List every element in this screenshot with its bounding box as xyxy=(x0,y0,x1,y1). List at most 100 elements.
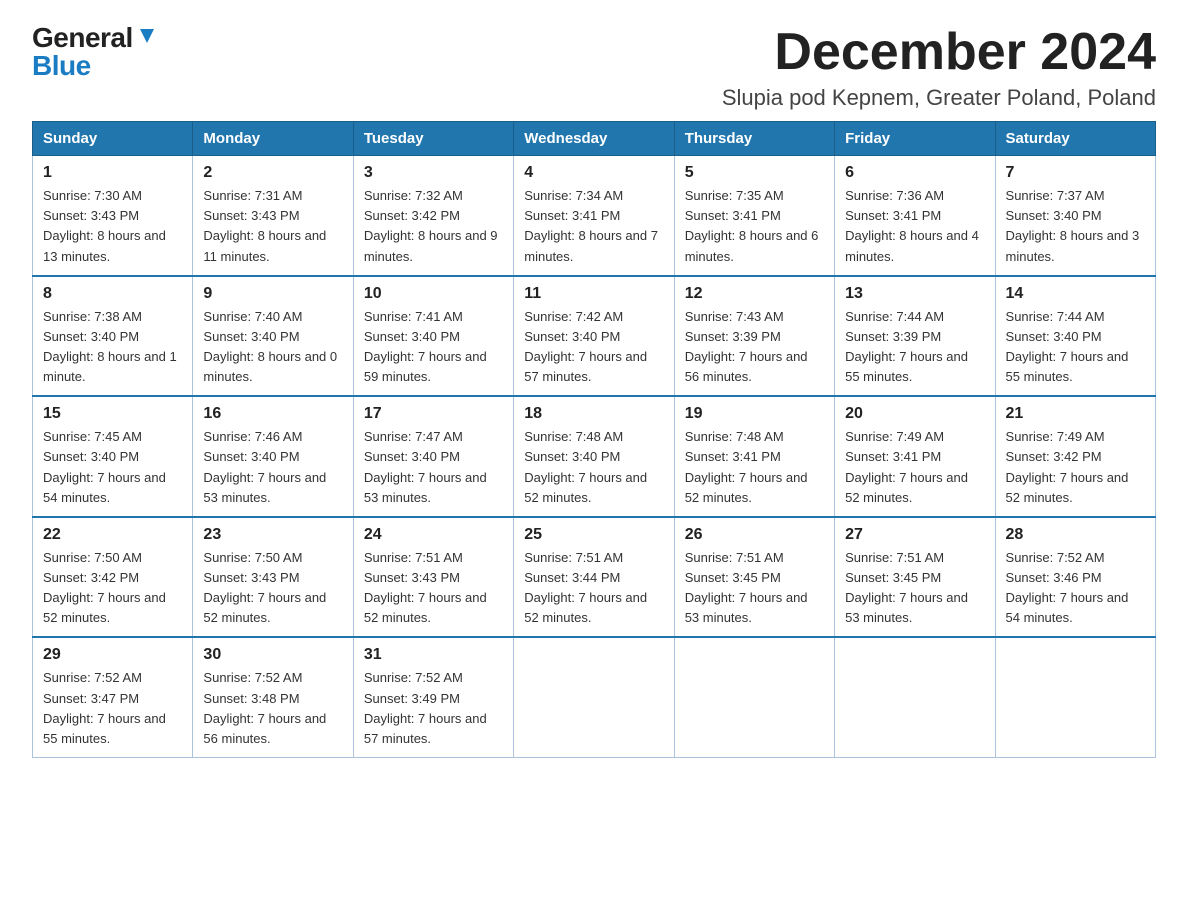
calendar-cell: 21 Sunrise: 7:49 AMSunset: 3:42 PMDaylig… xyxy=(995,396,1155,517)
calendar-cell: 15 Sunrise: 7:45 AMSunset: 3:40 PMDaylig… xyxy=(33,396,193,517)
weekday-header-row: Sunday Monday Tuesday Wednesday Thursday… xyxy=(33,122,1156,156)
day-info: Sunrise: 7:37 AMSunset: 3:40 PMDaylight:… xyxy=(1006,188,1140,263)
day-number: 6 xyxy=(845,164,984,182)
calendar-cell: 2 Sunrise: 7:31 AMSunset: 3:43 PMDayligh… xyxy=(193,156,353,276)
logo-triangle-icon xyxy=(136,25,158,47)
calendar-cell: 27 Sunrise: 7:51 AMSunset: 3:45 PMDaylig… xyxy=(835,517,995,638)
day-number: 3 xyxy=(364,164,503,182)
calendar-cell: 18 Sunrise: 7:48 AMSunset: 3:40 PMDaylig… xyxy=(514,396,674,517)
calendar-cell xyxy=(674,637,834,757)
day-number: 17 xyxy=(364,405,503,423)
day-info: Sunrise: 7:44 AMSunset: 3:40 PMDaylight:… xyxy=(1006,309,1129,384)
header-thursday: Thursday xyxy=(674,122,834,156)
day-number: 12 xyxy=(685,285,824,303)
calendar-body: 1 Sunrise: 7:30 AMSunset: 3:43 PMDayligh… xyxy=(33,156,1156,758)
day-info: Sunrise: 7:52 AMSunset: 3:47 PMDaylight:… xyxy=(43,670,166,745)
day-info: Sunrise: 7:51 AMSunset: 3:44 PMDaylight:… xyxy=(524,550,647,625)
calendar-cell: 4 Sunrise: 7:34 AMSunset: 3:41 PMDayligh… xyxy=(514,156,674,276)
day-info: Sunrise: 7:51 AMSunset: 3:45 PMDaylight:… xyxy=(685,550,808,625)
day-info: Sunrise: 7:49 AMSunset: 3:41 PMDaylight:… xyxy=(845,429,968,504)
day-number: 10 xyxy=(364,285,503,303)
day-info: Sunrise: 7:52 AMSunset: 3:48 PMDaylight:… xyxy=(203,670,326,745)
day-info: Sunrise: 7:52 AMSunset: 3:46 PMDaylight:… xyxy=(1006,550,1129,625)
calendar-cell: 16 Sunrise: 7:46 AMSunset: 3:40 PMDaylig… xyxy=(193,396,353,517)
day-info: Sunrise: 7:50 AMSunset: 3:43 PMDaylight:… xyxy=(203,550,326,625)
day-info: Sunrise: 7:47 AMSunset: 3:40 PMDaylight:… xyxy=(364,429,487,504)
calendar-header: Sunday Monday Tuesday Wednesday Thursday… xyxy=(33,122,1156,156)
day-info: Sunrise: 7:38 AMSunset: 3:40 PMDaylight:… xyxy=(43,309,177,384)
header-wednesday: Wednesday xyxy=(514,122,674,156)
calendar-cell xyxy=(835,637,995,757)
day-number: 26 xyxy=(685,526,824,544)
day-number: 18 xyxy=(524,405,663,423)
day-info: Sunrise: 7:41 AMSunset: 3:40 PMDaylight:… xyxy=(364,309,487,384)
day-number: 1 xyxy=(43,164,182,182)
calendar-cell: 14 Sunrise: 7:44 AMSunset: 3:40 PMDaylig… xyxy=(995,276,1155,397)
day-number: 9 xyxy=(203,285,342,303)
day-number: 21 xyxy=(1006,405,1145,423)
calendar-table: Sunday Monday Tuesday Wednesday Thursday… xyxy=(32,121,1156,758)
day-info: Sunrise: 7:40 AMSunset: 3:40 PMDaylight:… xyxy=(203,309,337,384)
calendar-cell: 1 Sunrise: 7:30 AMSunset: 3:43 PMDayligh… xyxy=(33,156,193,276)
calendar-cell: 6 Sunrise: 7:36 AMSunset: 3:41 PMDayligh… xyxy=(835,156,995,276)
day-info: Sunrise: 7:48 AMSunset: 3:40 PMDaylight:… xyxy=(524,429,647,504)
calendar-cell: 31 Sunrise: 7:52 AMSunset: 3:49 PMDaylig… xyxy=(353,637,513,757)
day-number: 19 xyxy=(685,405,824,423)
header-friday: Friday xyxy=(835,122,995,156)
logo-blue: Blue xyxy=(32,50,91,81)
calendar-cell: 17 Sunrise: 7:47 AMSunset: 3:40 PMDaylig… xyxy=(353,396,513,517)
calendar-cell: 12 Sunrise: 7:43 AMSunset: 3:39 PMDaylig… xyxy=(674,276,834,397)
day-info: Sunrise: 7:46 AMSunset: 3:40 PMDaylight:… xyxy=(203,429,326,504)
header-monday: Monday xyxy=(193,122,353,156)
day-number: 14 xyxy=(1006,285,1145,303)
day-number: 31 xyxy=(364,646,503,664)
day-info: Sunrise: 7:32 AMSunset: 3:42 PMDaylight:… xyxy=(364,188,498,263)
calendar-cell: 3 Sunrise: 7:32 AMSunset: 3:42 PMDayligh… xyxy=(353,156,513,276)
day-number: 22 xyxy=(43,526,182,544)
calendar-cell: 9 Sunrise: 7:40 AMSunset: 3:40 PMDayligh… xyxy=(193,276,353,397)
title-block: December 2024 Slupia pod Kepnem, Greater… xyxy=(722,24,1156,111)
day-number: 8 xyxy=(43,285,182,303)
day-number: 16 xyxy=(203,405,342,423)
week-row-3: 15 Sunrise: 7:45 AMSunset: 3:40 PMDaylig… xyxy=(33,396,1156,517)
day-number: 25 xyxy=(524,526,663,544)
day-number: 4 xyxy=(524,164,663,182)
day-number: 2 xyxy=(203,164,342,182)
logo-general: General xyxy=(32,24,133,52)
calendar-cell: 10 Sunrise: 7:41 AMSunset: 3:40 PMDaylig… xyxy=(353,276,513,397)
day-number: 30 xyxy=(203,646,342,664)
logo: General Blue xyxy=(32,24,158,80)
calendar-cell: 20 Sunrise: 7:49 AMSunset: 3:41 PMDaylig… xyxy=(835,396,995,517)
day-info: Sunrise: 7:35 AMSunset: 3:41 PMDaylight:… xyxy=(685,188,819,263)
day-info: Sunrise: 7:45 AMSunset: 3:40 PMDaylight:… xyxy=(43,429,166,504)
day-number: 24 xyxy=(364,526,503,544)
calendar-cell: 23 Sunrise: 7:50 AMSunset: 3:43 PMDaylig… xyxy=(193,517,353,638)
header-tuesday: Tuesday xyxy=(353,122,513,156)
header-saturday: Saturday xyxy=(995,122,1155,156)
day-info: Sunrise: 7:50 AMSunset: 3:42 PMDaylight:… xyxy=(43,550,166,625)
day-info: Sunrise: 7:42 AMSunset: 3:40 PMDaylight:… xyxy=(524,309,647,384)
day-number: 28 xyxy=(1006,526,1145,544)
day-info: Sunrise: 7:31 AMSunset: 3:43 PMDaylight:… xyxy=(203,188,326,263)
day-info: Sunrise: 7:30 AMSunset: 3:43 PMDaylight:… xyxy=(43,188,166,263)
day-number: 5 xyxy=(685,164,824,182)
calendar-cell xyxy=(995,637,1155,757)
calendar-cell xyxy=(514,637,674,757)
day-info: Sunrise: 7:34 AMSunset: 3:41 PMDaylight:… xyxy=(524,188,658,263)
calendar-cell: 25 Sunrise: 7:51 AMSunset: 3:44 PMDaylig… xyxy=(514,517,674,638)
calendar-cell: 13 Sunrise: 7:44 AMSunset: 3:39 PMDaylig… xyxy=(835,276,995,397)
week-row-2: 8 Sunrise: 7:38 AMSunset: 3:40 PMDayligh… xyxy=(33,276,1156,397)
calendar-cell: 11 Sunrise: 7:42 AMSunset: 3:40 PMDaylig… xyxy=(514,276,674,397)
calendar-cell: 24 Sunrise: 7:51 AMSunset: 3:43 PMDaylig… xyxy=(353,517,513,638)
day-number: 20 xyxy=(845,405,984,423)
day-info: Sunrise: 7:44 AMSunset: 3:39 PMDaylight:… xyxy=(845,309,968,384)
day-number: 7 xyxy=(1006,164,1145,182)
day-info: Sunrise: 7:51 AMSunset: 3:45 PMDaylight:… xyxy=(845,550,968,625)
day-number: 23 xyxy=(203,526,342,544)
calendar-cell: 30 Sunrise: 7:52 AMSunset: 3:48 PMDaylig… xyxy=(193,637,353,757)
day-info: Sunrise: 7:43 AMSunset: 3:39 PMDaylight:… xyxy=(685,309,808,384)
calendar-subtitle: Slupia pod Kepnem, Greater Poland, Polan… xyxy=(722,85,1156,111)
calendar-cell: 19 Sunrise: 7:48 AMSunset: 3:41 PMDaylig… xyxy=(674,396,834,517)
day-number: 11 xyxy=(524,285,663,303)
day-info: Sunrise: 7:48 AMSunset: 3:41 PMDaylight:… xyxy=(685,429,808,504)
